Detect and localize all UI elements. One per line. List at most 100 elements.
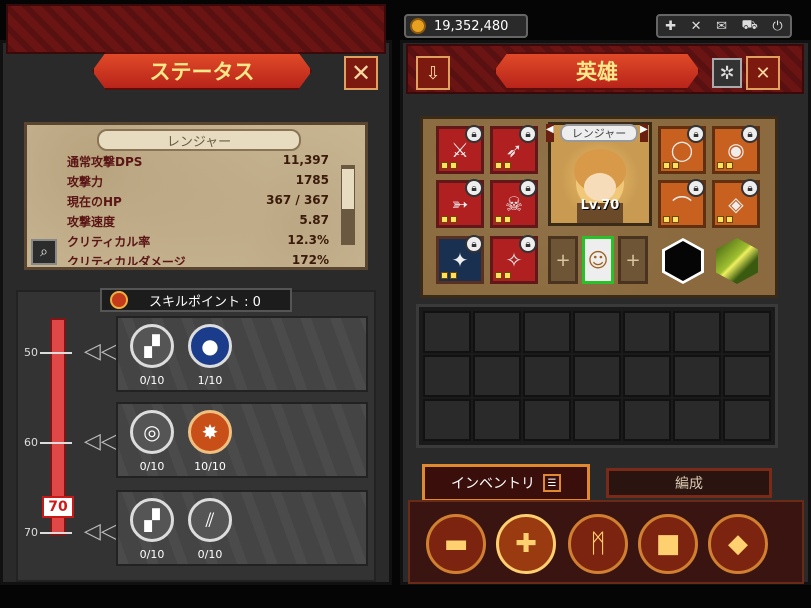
amulet-icon: ◈ [728,192,744,216]
mail-icon[interactable]: ✉ [716,19,727,34]
lock-icon: 🔒︎ [465,179,483,197]
inventory-cell[interactable] [723,355,771,397]
stats-parchment: レンジャー 通常攻撃DPS 11,397 攻撃力 1785 現在のHP 367 / 3… [24,122,368,270]
close-button[interactable]: ✕ [746,56,780,90]
level-tick [40,442,72,444]
equip-slot[interactable]: ◈ 🔒︎ [712,179,760,228]
equip-slot[interactable]: ⚔ 🔒︎ [436,125,484,174]
inventory-cell[interactable] [523,355,571,397]
inventory-cell[interactable] [473,399,521,441]
current-level-flag: 70 [42,496,74,518]
stat-row: 現在のHP 367 / 367 [67,193,329,209]
tab-formation[interactable]: 編成 [606,468,772,498]
formation-tab-label: 編成 [675,476,703,492]
level-tick [40,532,72,534]
skill-row-60: ◎ 0/10 ✸ 10/10 [116,402,368,478]
tab-inventory[interactable]: インベントリ ☰ [422,464,590,502]
inventory-tab-label: インベントリ [451,476,535,492]
skill-row-50: ▞ 0/10 ● 1/10 [116,316,368,392]
empty-slot[interactable]: + [618,236,648,284]
download-icon[interactable]: ⇩ [416,56,450,90]
inventory-cell[interactable] [423,399,471,441]
lock-icon: 🔒︎ [465,125,483,143]
skill-row-70: ▞ 0/10 ⫽ 0/10 [116,490,368,566]
inventory-cell[interactable] [423,311,471,353]
inventory-cell[interactable] [473,355,521,397]
swirl-icon[interactable]: ◎ [130,410,174,454]
cart-icon[interactable]: ⛟ [742,18,758,35]
chest-icon[interactable]: ▬ [426,514,486,574]
power-icon[interactable]: ⏻ [772,19,782,34]
gear-icon[interactable]: ✲ [712,58,742,88]
cross-icon[interactable]: ✚ [496,514,556,574]
sword-icon: ✧ [505,248,523,272]
lock-icon: 🔒︎ [519,235,537,253]
next-hero-arrow[interactable]: ▶ [640,124,648,142]
hero-title: 英雄 [494,52,700,90]
inventory-cell[interactable] [573,355,621,397]
inventory-cell[interactable] [623,355,671,397]
skill-point-icon [110,291,128,309]
inventory-cell[interactable] [623,399,671,441]
equip-slot[interactable]: ➳ 🔒︎ [436,179,484,228]
magnifier-icon[interactable]: ⌕ [31,239,57,265]
close-button[interactable]: ✕ [344,56,378,90]
inventory-cell[interactable] [523,311,571,353]
skill-count: 0/10 [139,460,165,473]
equip-slot[interactable]: ➶ 🔒︎ [490,125,538,174]
equip-slot[interactable]: ⌒ 🔒︎ [658,179,706,228]
status-title-bar [6,4,386,54]
inventory-grid [416,304,778,448]
portrait-name: レンジャー [560,124,638,142]
system-icons: ✚ ✕ ✉ ⛟ ⏻ [656,14,792,38]
fire-slash-icon[interactable]: ✸ [188,410,232,454]
gem-icon[interactable]: ◆ [708,514,768,574]
boot-icon[interactable]: ▞ [130,324,174,368]
inventory-cell[interactable] [573,399,621,441]
lock-icon: 🔒︎ [741,179,759,197]
list-icon: ☰ [543,474,561,492]
equip-slot[interactable]: ☠ 🔒︎ [490,179,538,228]
weapon-icon: ⚔ [451,138,469,162]
scrollbar-thumb[interactable] [342,169,354,209]
equip-slot[interactable]: ✧ 🔒︎ [490,235,538,284]
inventory-cell[interactable] [473,311,521,353]
lock-icon: 🔒︎ [465,235,483,253]
level-mark: 70 [24,526,38,539]
inventory-cell[interactable] [673,399,721,441]
arrow-left-icon: ◁◁ [84,428,118,454]
rune-icon[interactable]: ᛗ [568,514,628,574]
equip-slot[interactable]: ◯ 🔒︎ [658,125,706,174]
prev-hero-arrow[interactable]: ◀ [546,124,554,142]
arrow-left-icon: ◁◁ [84,518,118,544]
skill-count: 0/10 [197,548,223,561]
box-icon[interactable]: ■ [638,514,698,574]
blue-orb-icon[interactable]: ● [188,324,232,368]
inventory-cell[interactable] [723,311,771,353]
character-name: レンジャー [97,129,301,151]
ring-icon: ◯ [670,138,694,162]
status-title: ステータス [92,52,312,90]
equip-slot[interactable]: ✦ 🔒︎ [436,235,484,284]
inventory-cell[interactable] [573,311,621,353]
inventory-cell[interactable] [423,355,471,397]
boot-icon[interactable]: ▞ [130,498,174,542]
inventory-cell[interactable] [623,311,671,353]
mute-icon[interactable]: ✕ [691,19,702,34]
gold-coin-icon [410,18,426,34]
lock-icon: 🔒︎ [687,125,705,143]
inventory-cell[interactable] [723,399,771,441]
skill-count: 1/10 [197,374,223,387]
pet-slot[interactable]: ☺ [582,236,614,284]
stat-row: クリティカルダメージ 172% [67,253,329,265]
equip-slot[interactable]: ◉ 🔒︎ [712,125,760,174]
inventory-cell[interactable] [523,399,571,441]
level-mark: 60 [24,436,38,449]
skill-points-bar: スキルポイント : 0 [100,288,292,312]
stat-row: 攻撃力 1785 [67,173,329,189]
claw-slash-icon[interactable]: ⫽ [188,498,232,542]
inventory-cell[interactable] [673,355,721,397]
inventory-cell[interactable] [673,311,721,353]
empty-slot[interactable]: + [548,236,578,284]
cross-plus-icon[interactable]: ✚ [665,19,676,34]
